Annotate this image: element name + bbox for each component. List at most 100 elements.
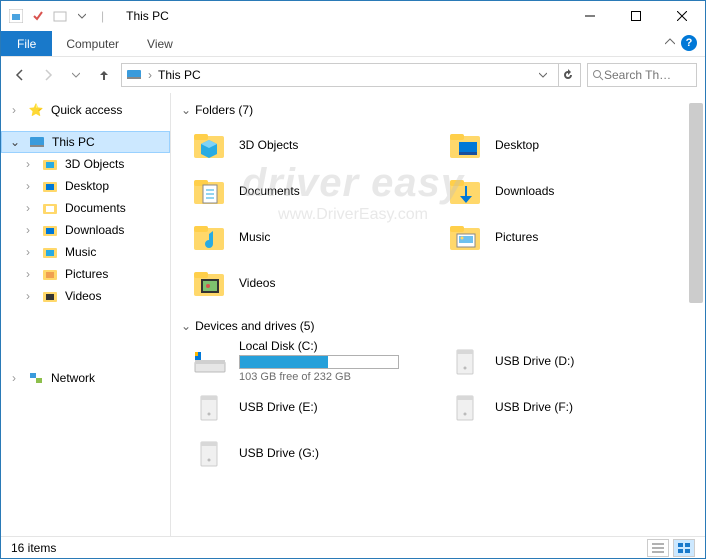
tile-label: Videos [239, 276, 275, 290]
group-drives-header[interactable]: ⌄Devices and drives (5) [181, 319, 683, 333]
folder-tile-documents[interactable]: Documents [191, 171, 427, 211]
location-text: This PC [158, 68, 201, 82]
drive-icon [447, 342, 485, 380]
music-icon [41, 243, 59, 261]
tree-item-label: Videos [65, 289, 101, 303]
tree-item-label: 3D Objects [65, 157, 124, 171]
chevron-right-icon[interactable]: › [21, 245, 35, 259]
tree-item-label: Music [65, 245, 96, 259]
tree-network[interactable]: › Network [1, 367, 170, 389]
cube-icon [41, 155, 59, 173]
close-button[interactable] [659, 1, 705, 31]
status-text: 16 items [11, 541, 56, 555]
tree-item-label: Pictures [65, 267, 108, 281]
drive-tile-local-disk-c-[interactable]: Local Disk (C:)103 GB free of 232 GB [191, 341, 427, 381]
address-dropdown-icon[interactable] [534, 64, 552, 86]
chevron-right-icon[interactable]: › [21, 179, 35, 193]
up-button[interactable] [93, 64, 115, 86]
search-icon [592, 69, 604, 81]
group-folders-header[interactable]: ⌄Folders (7) [181, 103, 683, 117]
tree-item-documents[interactable]: › Documents [1, 197, 170, 219]
content-area: ⌄Folders (7) 3D Objects Desktop Documents D… [171, 93, 705, 536]
chevron-down-icon[interactable]: ⌄ [8, 135, 22, 149]
chevron-right-icon[interactable]: › [7, 371, 21, 385]
tile-label: USB Drive (F:) [495, 400, 573, 414]
desktop-icon [41, 177, 59, 195]
folder-tile-desktop[interactable]: Desktop [447, 125, 683, 165]
minimize-button[interactable] [567, 1, 613, 31]
folder-icon [447, 218, 485, 256]
folder-icon [191, 218, 229, 256]
scrollbar[interactable] [689, 103, 703, 303]
drive-tile-usb-drive-e-[interactable]: USB Drive (E:) [191, 387, 427, 427]
app-icon [7, 7, 25, 25]
search-box[interactable] [587, 63, 697, 87]
folder-tile-music[interactable]: Music [191, 217, 427, 257]
chevron-right-icon[interactable]: › [21, 223, 35, 237]
ribbon-tab-view[interactable]: View [133, 31, 187, 56]
tree-item-label: Downloads [65, 223, 124, 237]
qat-dropdown-icon[interactable] [73, 7, 91, 25]
tile-label: USB Drive (D:) [495, 354, 574, 368]
search-input[interactable] [604, 68, 684, 82]
tile-label: Downloads [495, 184, 554, 198]
usage-bar [239, 355, 399, 369]
ribbon-collapse-icon[interactable] [665, 36, 675, 50]
pic-icon [41, 265, 59, 283]
window-title: This PC [126, 9, 169, 23]
refresh-button[interactable] [558, 64, 576, 86]
tile-label: USB Drive (E:) [239, 400, 318, 414]
forward-button [37, 64, 59, 86]
tile-label: Local Disk (C:) [239, 339, 399, 353]
help-button[interactable]: ? [681, 35, 697, 51]
network-icon [27, 369, 45, 387]
back-button[interactable] [9, 64, 31, 86]
tree-item-desktop[interactable]: ›Desktop [1, 175, 170, 197]
recent-dropdown[interactable] [65, 64, 87, 86]
view-details-button[interactable] [647, 539, 669, 557]
folder-icon [447, 172, 485, 210]
qat-newfolder-icon[interactable] [51, 7, 69, 25]
chevron-right-icon[interactable]: › [21, 157, 35, 171]
chevron-right-icon[interactable]: › [21, 201, 35, 215]
drive-tile-usb-drive-g-[interactable]: USB Drive (G:) [191, 433, 427, 473]
folder-tile-videos[interactable]: Videos [191, 263, 427, 303]
tree-item-3d-objects[interactable]: › 3D Objects [1, 153, 170, 175]
qat-properties-icon[interactable] [29, 7, 47, 25]
tile-label: Pictures [495, 230, 538, 244]
down-icon [41, 221, 59, 239]
tile-label: 3D Objects [239, 138, 298, 152]
tile-label: Documents [239, 184, 300, 198]
address-bar-row: › This PC [1, 57, 705, 93]
title-separator: | [101, 9, 104, 23]
file-tab[interactable]: File [1, 31, 52, 56]
drive-icon [191, 434, 229, 472]
status-bar: 16 items [1, 536, 705, 558]
address-box[interactable]: › This PC [121, 63, 581, 87]
tile-label: USB Drive (G:) [239, 446, 319, 460]
tree-item-downloads[interactable]: › Downloads [1, 219, 170, 241]
drive-tile-usb-drive-d-[interactable]: USB Drive (D:) [447, 341, 683, 381]
tree-item-videos[interactable]: › Videos [1, 285, 170, 307]
tree-item-label: Documents [65, 201, 126, 215]
drive-tile-usb-drive-f-[interactable]: USB Drive (F:) [447, 387, 683, 427]
tree-quick-access[interactable]: › ⭐ Quick access [1, 99, 170, 121]
tree-item-pictures[interactable]: › Pictures [1, 263, 170, 285]
tile-label: Desktop [495, 138, 539, 152]
folder-icon [191, 126, 229, 164]
chevron-right-icon[interactable]: › [21, 267, 35, 281]
folder-tile-3d-objects[interactable]: 3D Objects [191, 125, 427, 165]
tree-this-pc[interactable]: ⌄ This PC [1, 131, 170, 153]
maximize-button[interactable] [613, 1, 659, 31]
ribbon-tab-computer[interactable]: Computer [52, 31, 133, 56]
folder-tile-pictures[interactable]: Pictures [447, 217, 683, 257]
folder-icon [191, 264, 229, 302]
pc-icon [28, 133, 46, 151]
location-icon [126, 66, 142, 85]
tree-item-music[interactable]: › Music [1, 241, 170, 263]
tile-label: Music [239, 230, 270, 244]
chevron-right-icon[interactable]: › [7, 103, 21, 117]
folder-tile-downloads[interactable]: Downloads [447, 171, 683, 211]
chevron-right-icon[interactable]: › [21, 289, 35, 303]
view-large-button[interactable] [673, 539, 695, 557]
